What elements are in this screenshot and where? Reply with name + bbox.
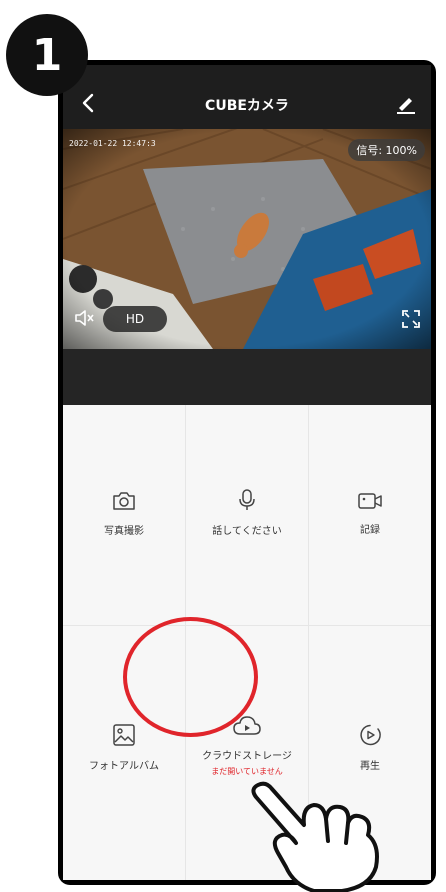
playback-icon bbox=[360, 724, 381, 746]
fullscreen-icon[interactable] bbox=[401, 309, 421, 329]
playback-button[interactable]: 再生 bbox=[309, 723, 431, 772]
signal-strength-badge: 信号: 100% bbox=[348, 139, 425, 161]
talk-button[interactable]: 話してください bbox=[186, 488, 308, 537]
page-title: CUBEカメラ bbox=[205, 98, 289, 114]
playback-label: 再生 bbox=[360, 761, 380, 772]
record-label: 記録 bbox=[360, 525, 380, 536]
video-record-icon bbox=[358, 493, 382, 509]
talk-label: 話してください bbox=[212, 526, 282, 537]
nav-bar: CUBEカメラ bbox=[63, 65, 431, 127]
record-button[interactable]: 記録 bbox=[309, 491, 431, 536]
pointing-hand-icon bbox=[251, 781, 379, 892]
speaker-muted-icon[interactable] bbox=[73, 307, 95, 329]
microphone-icon bbox=[239, 489, 255, 510]
video-controls-band bbox=[63, 349, 431, 405]
photo-album-icon bbox=[113, 724, 135, 746]
live-video-feed[interactable]: 2022-01-22 12:47:3 信号: 100% HD bbox=[63, 129, 431, 349]
app-screen: CUBEカメラ 2022-01-22 12:47:3 信号: 100% HD 写… bbox=[63, 65, 431, 880]
take-photo-label: 写真撮影 bbox=[104, 526, 144, 537]
video-timestamp: 2022-01-22 12:47:3 bbox=[69, 139, 156, 148]
step-number-badge: 1 bbox=[6, 14, 88, 96]
camera-icon bbox=[113, 492, 135, 510]
phone-frame: CUBEカメラ 2022-01-22 12:47:3 信号: 100% HD 写… bbox=[58, 60, 436, 885]
highlight-circle bbox=[123, 617, 258, 737]
edit-icon[interactable] bbox=[395, 93, 417, 115]
cloud-storage-label: クラウドストレージ bbox=[202, 751, 292, 762]
grid-divider bbox=[63, 625, 431, 626]
photo-album-label: フォトアルバム bbox=[89, 761, 159, 772]
quality-toggle-button[interactable]: HD bbox=[103, 306, 167, 332]
take-photo-button[interactable]: 写真撮影 bbox=[63, 490, 185, 537]
